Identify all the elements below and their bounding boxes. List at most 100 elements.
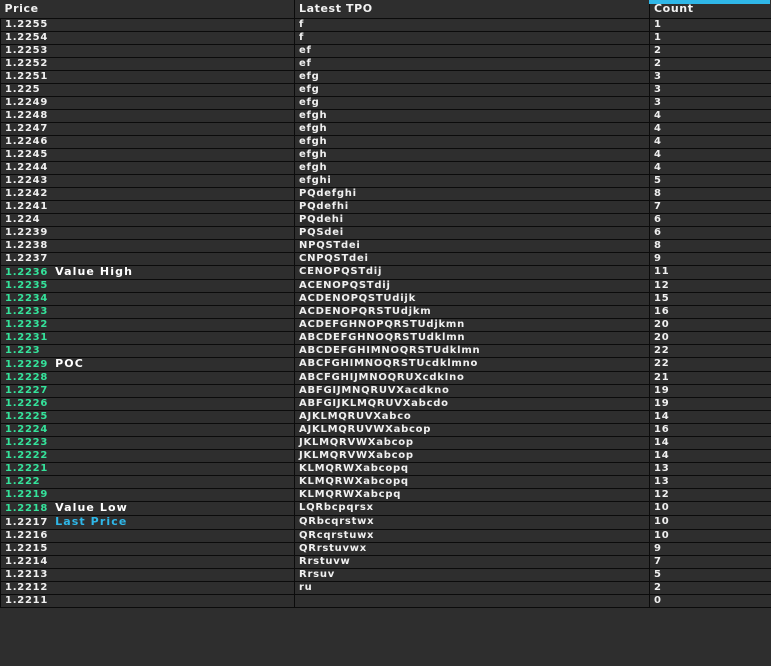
table-row[interactable]: 1.2242 PQdefghi 8 [0,187,771,201]
price-value: 1.2228 [5,371,49,383]
table-body: 1.2255 f 1 1.2254 f 1 1.2253 ef 2 1.2252 ef 2 1.2251… [0,18,771,608]
latest-tpo-cell: LQRbcpqrsx [294,501,650,516]
price-cell: 1.2215 [0,542,295,556]
price-value: 1.2217 [5,516,49,528]
table-row[interactable]: 1.2213 Rrsuv 5 [0,568,771,582]
table-row[interactable]: 1.2224 AJKLMQRUVWXabcop 16 [0,423,771,437]
table-row[interactable]: 1.2215 QRrstuvwx 9 [0,542,771,556]
table-row[interactable]: 1.2231 ABCDEFGHNOQRSTUdklmn 20 [0,331,771,345]
table-row[interactable]: 1.2235 ACENOPQSTdij 12 [0,279,771,293]
price-cell: 1.2245 [0,148,295,162]
price-marker-label: Value Low [55,501,128,514]
price-cell: 1.2225 [0,410,295,424]
price-value: 1.2212 [5,581,49,593]
price-value: 1.2222 [5,449,49,461]
table-row[interactable]: 1.2255 f 1 [0,18,771,32]
table-row[interactable]: 1.2221 KLMQRWXabcopq 13 [0,462,771,476]
latest-tpo-cell: ABCFGHIMNOQRSTUcdklmno [294,357,650,372]
table-row[interactable]: 1.2248 efgh 4 [0,109,771,123]
price-cell: 1.2253 [0,44,295,58]
table-row[interactable]: 1.225 efg 3 [0,83,771,97]
count-cell: 6 [649,213,771,227]
count-cell: 4 [649,122,771,136]
table-row[interactable]: 1.2243 efghi 5 [0,174,771,188]
latest-tpo-cell: QRcqrstuwx [294,529,650,543]
table-row[interactable]: 1.2254 f 1 [0,31,771,45]
price-cell: 1.2255 [0,18,295,32]
latest-tpo-cell: ABCDEFGHNOQRSTUdklmn [294,331,650,345]
table-row[interactable]: 1.2212 ru 2 [0,581,771,595]
count-cell: 20 [649,318,771,332]
count-cell: 10 [649,529,771,543]
count-cell: 21 [649,371,771,385]
price-cell: 1.2254 [0,31,295,45]
table-row[interactable]: 1.2252 ef 2 [0,57,771,71]
table-row[interactable]: 1.2244 efgh 4 [0,161,771,175]
count-cell: 4 [649,135,771,149]
count-cell: 16 [649,305,771,319]
table-row[interactable]: 1.2214 Rrstuvw 7 [0,555,771,569]
count-cell: 15 [649,292,771,306]
table-row[interactable]: 1.2217 Last Price QRbcqrstwx 10 [0,515,771,530]
price-value: 1.2251 [5,70,49,82]
latest-tpo-cell: JKLMQRVWXabcop [294,449,650,463]
table-row[interactable]: 1.2229 POC ABCFGHIMNOQRSTUcdklmno 22 [0,357,771,372]
count-cell: 8 [649,239,771,253]
price-cell: 1.2218 Value Low [0,501,295,516]
price-value: 1.2227 [5,384,49,396]
table-row[interactable]: 1.2245 efgh 4 [0,148,771,162]
table-row[interactable]: 1.2227 ABFGIJMNQRUVXacdkno 19 [0,384,771,398]
price-cell: 1.2246 [0,135,295,149]
table-row[interactable]: 1.2223 JKLMQRVWXabcop 14 [0,436,771,450]
count-cell: 11 [649,265,771,280]
price-marker-label: POC [55,357,84,370]
table-row[interactable]: 1.2225 AJKLMQRUVXabco 14 [0,410,771,424]
table-row[interactable]: 1.2233 ACDENOPQRSTUdjkm 16 [0,305,771,319]
table-row[interactable]: 1.2216 QRcqrstuwx 10 [0,529,771,543]
table-row[interactable]: 1.2251 efg 3 [0,70,771,84]
price-cell: 1.2238 [0,239,295,253]
latest-tpo-cell: efghi [294,174,650,188]
table-row[interactable]: 1.2253 ef 2 [0,44,771,58]
column-header-price[interactable]: Price [0,0,295,19]
table-row[interactable]: 1.2247 efgh 4 [0,122,771,136]
price-cell: 1.2227 [0,384,295,398]
price-value: 1.2238 [5,239,49,251]
table-row[interactable]: 1.2222 JKLMQRVWXabcop 14 [0,449,771,463]
table-row[interactable]: 1.2234 ACDENOPQSTUdijk 15 [0,292,771,306]
table-row[interactable]: 1.2241 PQdefhi 7 [0,200,771,214]
count-cell: 9 [649,252,771,266]
table-row[interactable]: 1.2211 0 [0,594,771,608]
price-value: 1.2218 [5,502,49,514]
price-cell: 1.2226 [0,397,295,411]
price-value: 1.2247 [5,122,49,134]
latest-tpo-cell: ef [294,44,650,58]
table-row[interactable]: 1.2232 ACDEFGHNOPQRSTUdjkmn 20 [0,318,771,332]
table-row[interactable]: 1.2236 Value High CENOPQSTdij 11 [0,265,771,280]
count-column-accent-bar [649,0,770,4]
table-row[interactable]: 1.2228 ABCFGHIJMNOQRUXcdkIno 21 [0,371,771,385]
price-cell: 1.2222 [0,449,295,463]
table-row[interactable]: 1.224 PQdehi 6 [0,213,771,227]
price-cell: 1.2229 POC [0,357,295,372]
table-row[interactable]: 1.2226 ABFGIJKLMQRUVXabcdo 19 [0,397,771,411]
table-row[interactable]: 1.2246 efgh 4 [0,135,771,149]
table-row[interactable]: 1.2219 KLMQRWXabcpq 12 [0,488,771,502]
table-row[interactable]: 1.222 KLMQRWXabcopq 13 [0,475,771,489]
price-cell: 1.2232 [0,318,295,332]
latest-tpo-cell: ABFGIJKLMQRUVXabcdo [294,397,650,411]
table-row[interactable]: 1.2249 efg 3 [0,96,771,110]
table-row[interactable]: 1.2239 PQSdei 6 [0,226,771,240]
table-row[interactable]: 1.223 ABCDEFGHIMNOQRSTUdklmn 22 [0,344,771,358]
latest-tpo-cell: efgh [294,148,650,162]
price-value: 1.2231 [5,331,49,343]
table-row[interactable]: 1.2238 NPQSTdei 8 [0,239,771,253]
table-row[interactable]: 1.2237 CNPQSTdei 9 [0,252,771,266]
table-row[interactable]: 1.2218 Value Low LQRbcpqrsx 10 [0,501,771,516]
count-cell: 22 [649,357,771,372]
latest-tpo-cell: efgh [294,122,650,136]
column-header-latest-tpo[interactable]: Latest TPO [294,0,650,19]
latest-tpo-cell: ABCFGHIJMNOQRUXcdkIno [294,371,650,385]
latest-tpo-cell: JKLMQRVWXabcop [294,436,650,450]
price-value: 1.225 [5,83,41,95]
